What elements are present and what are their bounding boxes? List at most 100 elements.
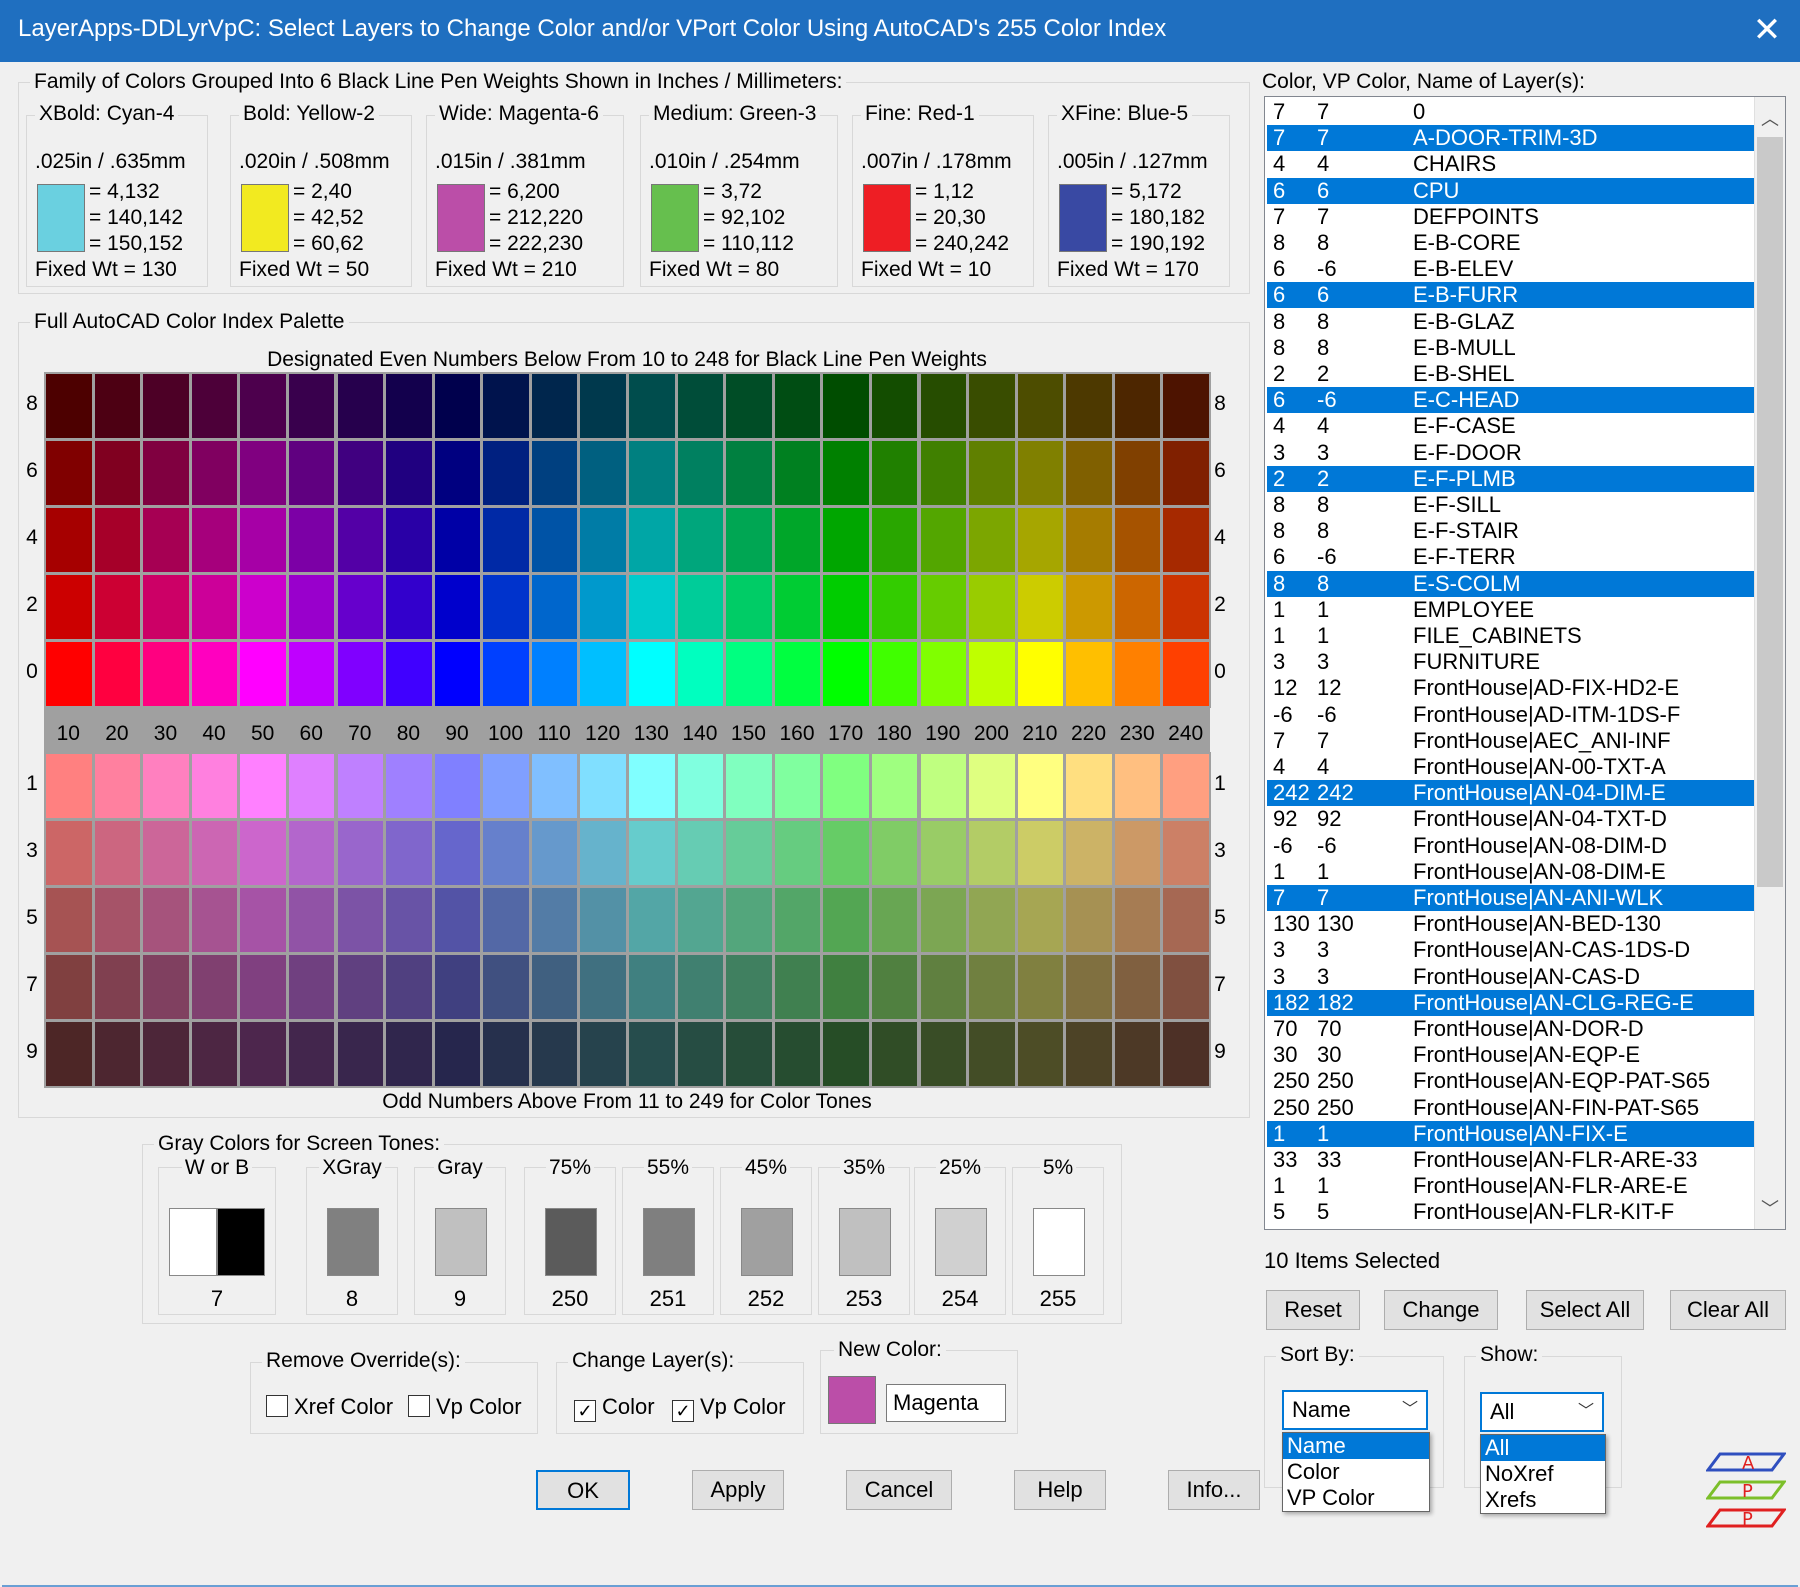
layer-row[interactable]: 7 7 0 [1267, 99, 1757, 125]
layer-row[interactable]: 3 3 FrontHouse|AN-CAS-D [1267, 964, 1757, 990]
palette-swatch[interactable] [1064, 640, 1114, 708]
palette-swatch[interactable] [821, 819, 871, 887]
palette-swatch[interactable] [724, 1020, 774, 1088]
layer-row[interactable]: 8 8 E-F-SILL [1267, 492, 1757, 518]
sort-by-option[interactable]: VP Color [1283, 1485, 1429, 1511]
layer-row[interactable]: 6 -6 E-B-ELEV [1267, 256, 1757, 282]
palette-swatch[interactable] [335, 886, 386, 954]
palette-swatch[interactable] [189, 640, 240, 708]
palette-swatch[interactable] [335, 506, 386, 574]
palette-swatch[interactable] [918, 953, 969, 1021]
palette-swatch[interactable] [92, 506, 143, 574]
show-option[interactable]: NoXref [1481, 1461, 1605, 1487]
palette-swatch[interactable] [627, 506, 677, 574]
palette-swatch[interactable] [675, 439, 726, 507]
vp-color-override-checkbox[interactable]: Vp Color [408, 1394, 522, 1420]
palette-swatch[interactable] [44, 573, 94, 641]
layer-row[interactable]: 30 30 FrontHouse|AN-EQP-E [1267, 1042, 1757, 1068]
layer-row[interactable]: 3 3 FURNITURE [1267, 649, 1757, 675]
palette-swatch[interactable] [481, 439, 531, 507]
layer-row[interactable]: 8 8 E-B-MULL [1267, 335, 1757, 361]
palette-swatch[interactable] [141, 953, 191, 1021]
palette-swatch[interactable] [1112, 573, 1163, 641]
palette-swatch[interactable] [384, 506, 434, 574]
gray-swatch[interactable] [1033, 1208, 1085, 1276]
palette-swatch[interactable] [821, 640, 871, 708]
palette-swatch[interactable] [578, 752, 628, 820]
gray-swatch[interactable] [435, 1208, 487, 1276]
layer-row[interactable]: 7 7 FrontHouse|AN-ANI-WLK [1267, 885, 1757, 911]
palette-swatch[interactable] [384, 886, 434, 954]
palette-swatch[interactable] [772, 506, 823, 574]
gray-swatch-black[interactable] [217, 1208, 265, 1276]
palette-swatch[interactable] [675, 953, 726, 1021]
palette-swatch[interactable] [335, 372, 386, 440]
palette-swatch[interactable] [918, 1020, 969, 1088]
gray-swatch[interactable] [935, 1208, 987, 1276]
palette-swatch[interactable] [578, 953, 628, 1021]
palette-swatch[interactable] [286, 506, 337, 574]
palette-swatch[interactable] [238, 819, 288, 887]
palette-swatch[interactable] [967, 886, 1017, 954]
apply-button[interactable]: Apply [692, 1470, 784, 1510]
layer-row[interactable]: 2 2 E-B-SHEL [1267, 361, 1757, 387]
palette-swatch[interactable] [1161, 1020, 1211, 1088]
palette-swatch[interactable] [432, 372, 483, 440]
palette-swatch[interactable] [967, 439, 1017, 507]
palette-swatch[interactable] [627, 640, 677, 708]
palette-swatch[interactable] [238, 439, 288, 507]
palette-swatch[interactable] [238, 640, 288, 708]
palette-swatch[interactable] [724, 640, 774, 708]
palette-swatch[interactable] [481, 953, 531, 1021]
palette-swatch[interactable] [1161, 752, 1211, 820]
show-select[interactable]: All ﹀ [1480, 1392, 1604, 1432]
palette-swatch[interactable] [384, 752, 434, 820]
palette-swatch[interactable] [141, 372, 191, 440]
palette-swatch[interactable] [286, 953, 337, 1021]
palette-swatch[interactable] [1064, 752, 1114, 820]
layer-row[interactable]: 3 3 E-F-DOOR [1267, 440, 1757, 466]
layer-row[interactable]: 8 8 E-B-GLAZ [1267, 309, 1757, 335]
layer-row[interactable]: 12 12 FrontHouse|AD-FIX-HD2-E [1267, 675, 1757, 701]
palette-swatch[interactable] [627, 752, 677, 820]
change-color-checkbox[interactable]: ✓ Color [574, 1394, 655, 1422]
palette-swatch[interactable] [529, 506, 580, 574]
palette-swatch[interactable] [821, 439, 871, 507]
palette-swatch[interactable] [967, 372, 1017, 440]
gray-swatch[interactable] [327, 1208, 379, 1276]
palette-swatch[interactable] [1015, 506, 1066, 574]
palette-swatch[interactable] [675, 752, 726, 820]
palette-swatch[interactable] [1161, 372, 1211, 440]
palette-swatch[interactable] [44, 752, 94, 820]
palette-swatch[interactable] [529, 752, 580, 820]
palette-swatch[interactable] [238, 953, 288, 1021]
palette-swatch[interactable] [1064, 953, 1114, 1021]
layer-row[interactable]: 1 1 FrontHouse|AN-FIX-E [1267, 1120, 1757, 1147]
layer-list-scrollbar[interactable]: ︿ ﹀ [1754, 97, 1785, 1229]
layer-row[interactable]: 130 130 FrontHouse|AN-BED-130 [1267, 911, 1757, 937]
palette-swatch[interactable] [1064, 573, 1114, 641]
layer-row[interactable]: -6 -6 FrontHouse|AD-ITM-1DS-F [1267, 702, 1757, 728]
family-swatch[interactable] [651, 184, 699, 252]
vp-color-override-box[interactable] [408, 1395, 430, 1417]
new-color-field[interactable]: Magenta [886, 1384, 1006, 1422]
palette-swatch[interactable] [772, 752, 823, 820]
palette-swatch[interactable] [724, 439, 774, 507]
palette-swatch[interactable] [627, 819, 677, 887]
layer-row[interactable]: 6 6 CPU [1267, 177, 1757, 204]
palette-swatch[interactable] [481, 573, 531, 641]
palette-swatch[interactable] [869, 752, 920, 820]
xref-color-box[interactable] [266, 1395, 288, 1417]
palette-swatch[interactable] [1064, 372, 1114, 440]
palette-swatch[interactable] [92, 752, 143, 820]
palette-swatch[interactable] [384, 439, 434, 507]
palette-swatch[interactable] [529, 1020, 580, 1088]
palette-swatch[interactable] [869, 953, 920, 1021]
palette-swatch[interactable] [432, 640, 483, 708]
palette-swatch[interactable] [627, 886, 677, 954]
layer-row[interactable]: 250 250 FrontHouse|AN-FIN-PAT-S65 [1267, 1095, 1757, 1121]
change-button[interactable]: Change [1384, 1290, 1498, 1330]
sort-by-dropdown[interactable]: Name Color VP Color [1282, 1432, 1430, 1512]
palette-swatch[interactable] [1015, 439, 1066, 507]
layer-row[interactable]: 5 5 FrontHouse|AN-FLR-KIT-F [1267, 1199, 1757, 1225]
